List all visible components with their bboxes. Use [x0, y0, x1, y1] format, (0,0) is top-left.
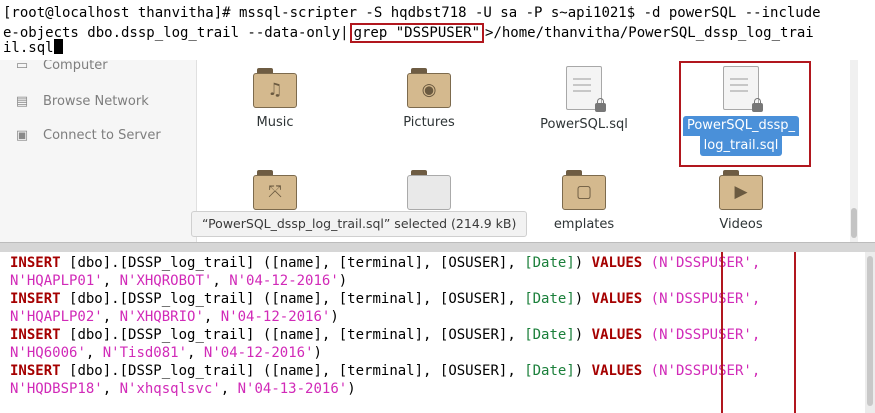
insert-values-line: N'HQ6006', N'Tisd081', N'04-12-2016'): [10, 345, 322, 361]
terminal-line-3-text: il.sql: [3, 40, 54, 56]
sql-date-column: [Date]: [524, 363, 575, 379]
terminal-line-2: e-objects dbo.dssp_log_trail --data-only…: [3, 23, 814, 43]
share-folder-icon: ⤧: [253, 170, 297, 210]
folder-label: Music: [256, 115, 294, 130]
insert-statement-line: INSERT [dbo].[DSSP_log_trail] ([name], […: [10, 291, 761, 307]
file-manager-sidebar: ▭ Computer ▤ Browse Network ▣ Connect to Se…: [0, 58, 197, 242]
sql-table-name: [dbo].[DSSP_log_trail]: [69, 255, 255, 271]
sql-column-list: ([name], [terminal], [OSUSER],: [262, 255, 516, 271]
file-label: PowerSQL.sql: [540, 117, 628, 132]
scrollbar-thumb[interactable]: [851, 208, 857, 238]
network-icon: ▤: [15, 94, 29, 109]
pictures-folder-icon: ◉: [407, 68, 451, 108]
sql-keyword-values: VALUES: [591, 363, 643, 379]
sql-keyword-insert: INSERT: [10, 327, 61, 343]
terminal-scrollbar[interactable]: [865, 252, 875, 413]
sql-date-column: [Date]: [524, 291, 575, 307]
sql-osuser-prefix: (N': [650, 255, 676, 271]
sql-name-value: HQAPLP02: [26, 309, 95, 325]
file-powersql[interactable]: PowerSQL.sql: [519, 66, 649, 134]
videos-folder-icon: ▶: [719, 170, 763, 210]
terminal-line-1: [root@localhost thanvitha]# mssql-script…: [3, 5, 821, 21]
sql-terminal-value: XHQBRIO: [136, 309, 196, 325]
sql-terminal-value: Tisd081: [119, 345, 179, 361]
terminal-output-area: INSERT [dbo].[DSSP_log_trail] ([name], […: [0, 252, 875, 413]
sql-table-name: [dbo].[DSSP_log_trail]: [69, 363, 255, 379]
sql-terminal-value: xhqsqlsvc: [136, 381, 213, 397]
folder-public[interactable]: ⤧: [210, 170, 340, 210]
sql-date-value: 04-12-2016: [220, 345, 306, 361]
sql-keyword-insert: INSERT: [10, 363, 61, 379]
sql-column-list: ([name], [terminal], [OSUSER],: [262, 291, 516, 307]
locked-folder-icon: [407, 170, 451, 210]
insert-statement-line: INSERT [dbo].[DSSP_log_trail] ([name], […: [10, 327, 761, 343]
sidebar-item-connect-to-server[interactable]: ▣ Connect to Server: [14, 126, 161, 146]
sql-osuser-prefix: (N': [650, 327, 676, 343]
osuser-column-highlight-box: [721, 252, 796, 413]
sql-keyword-values: VALUES: [591, 291, 643, 307]
insert-statement-line: INSERT [dbo].[DSSP_log_trail] ([name], […: [10, 255, 761, 271]
sql-keyword-values: VALUES: [591, 255, 643, 271]
sidebar-item-label: Connect to Server: [43, 128, 161, 143]
sql-name-value: HQ6006: [26, 345, 78, 361]
templates-folder-icon: ▢: [562, 170, 606, 210]
sql-name-value: HQAPLP01: [26, 273, 95, 289]
grep-highlight-box: grep "DSSPUSER": [349, 23, 485, 43]
terminal-cursor: [53, 39, 63, 54]
terminal-line-2-end: >/home/thanvitha/PowerSQL_dssp_log_trai: [485, 25, 814, 41]
sql-keyword-insert: INSERT: [10, 255, 61, 271]
server-icon: ▣: [15, 128, 29, 143]
sidebar-item-label: Computer: [43, 58, 108, 73]
sidebar-item-label: Browse Network: [43, 94, 149, 109]
scrollbar-thumb[interactable]: [867, 256, 873, 406]
sql-date-value: 04-13-2016: [254, 381, 339, 397]
folder-label: emplates: [553, 217, 615, 232]
sql-date-value: 04-12-2016: [237, 309, 322, 325]
sql-column-list: ([name], [terminal], [OSUSER],: [262, 327, 516, 343]
sql-date-column: [Date]: [524, 327, 575, 343]
file-locked-2[interactable]: [364, 170, 494, 210]
insert-values-line: N'HQAPLP01', N'XHQROBOT', N'04-12-2016'): [10, 273, 348, 289]
selected-file-highlight-box: [679, 61, 811, 167]
file-manager-window: ▭ Computer ▤ Browse Network ▣ Connect to Se…: [0, 58, 858, 242]
sql-table-name: [dbo].[DSSP_log_trail]: [69, 327, 255, 343]
terminal-command-area[interactable]: [root@localhost thanvitha]# mssql-script…: [0, 0, 875, 60]
sql-name-value: HQDBSP18: [26, 381, 95, 397]
folder-videos[interactable]: ▶ Videos: [676, 170, 806, 234]
insert-values-line: N'HQDBSP18', N'xhqsqlsvc', N'04-13-2016'…: [10, 381, 356, 397]
sidebar-item-browse-network[interactable]: ▤ Browse Network: [14, 92, 149, 112]
sql-keyword-values: VALUES: [591, 327, 643, 343]
sql-date-column: [Date]: [524, 255, 575, 271]
folder-music[interactable]: ♫ Music: [210, 68, 340, 132]
sql-table-name: [dbo].[DSSP_log_trail]: [69, 291, 255, 307]
folder-label: Videos: [719, 217, 763, 232]
insert-values-line: N'HQAPLP02', N'XHQBRIO', N'04-12-2016'): [10, 309, 339, 325]
locked-document-icon: [566, 66, 606, 112]
folder-label: Pictures: [403, 115, 455, 130]
sql-column-list: ([name], [terminal], [OSUSER],: [262, 363, 516, 379]
sql-osuser-prefix: (N': [650, 363, 676, 379]
selection-status-bar: “PowerSQL_dssp_log_trail.sql” selected (…: [191, 211, 528, 237]
music-folder-icon: ♫: [253, 68, 297, 108]
file-manager-scrollbar[interactable]: [850, 58, 858, 242]
insert-statement-line: INSERT [dbo].[DSSP_log_trail] ([name], […: [10, 363, 761, 379]
terminal-line-3: il.sql: [3, 38, 63, 58]
folder-templates[interactable]: ▢ emplates: [519, 170, 649, 234]
sql-date-value: 04-12-2016: [246, 273, 331, 289]
sql-terminal-value: XHQROBOT: [136, 273, 204, 289]
folder-pictures[interactable]: ◉ Pictures: [364, 68, 494, 132]
sql-osuser-prefix: (N': [650, 291, 676, 307]
sql-keyword-insert: INSERT: [10, 291, 61, 307]
